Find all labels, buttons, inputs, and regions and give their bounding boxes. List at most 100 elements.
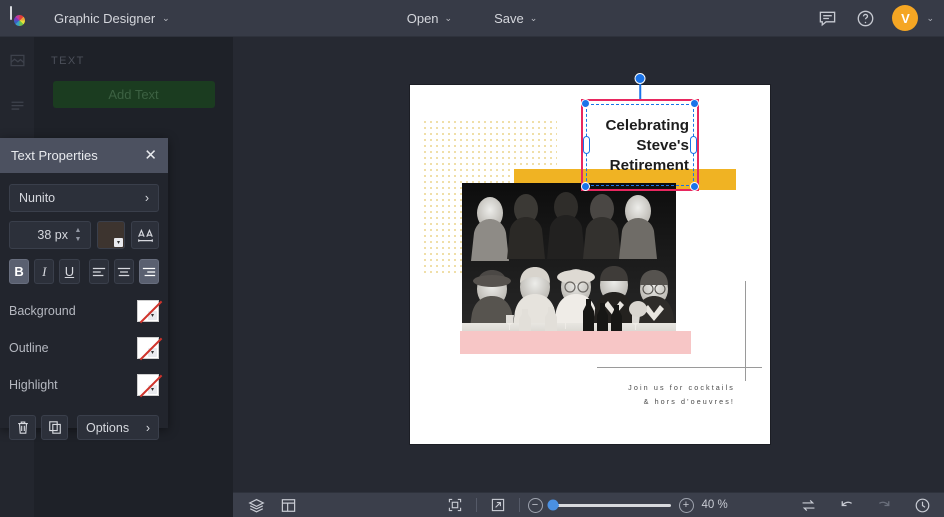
background-color-row: Background ▾ [9,301,159,321]
caption-line-2: & hors d'oeuvres! [560,395,735,409]
open-in-new-icon[interactable] [485,493,511,517]
app-root: Graphic Designer ⌄ Open ⌄ Save ⌄ [0,0,944,517]
fit-to-screen-icon[interactable] [442,493,468,517]
chevron-right-icon: › [146,421,150,435]
save-button[interactable]: Save ⌄ [482,5,549,31]
underline-button[interactable]: U [59,259,79,284]
redo-icon[interactable] [871,493,897,517]
top-bar-center-actions: Open ⌄ Save ⌄ [395,5,550,31]
zoom-out-button[interactable]: − [528,498,543,513]
duplicate-layer-button[interactable] [41,415,68,440]
font-size-row: 38 px ▲ ▼ ▾ [9,221,159,249]
compare-swap-icon[interactable] [795,493,821,517]
user-avatar[interactable]: V [892,5,918,31]
stepper-up-icon[interactable]: ▲ [72,228,84,233]
background-label: Background [9,304,76,318]
account-chevron-down-icon[interactable]: ⌄ [926,13,934,24]
rotate-handle[interactable] [635,73,646,84]
resize-handle-right[interactable] [690,136,697,154]
chevron-down-icon: ⌄ [530,13,538,24]
toolbar-separator [519,498,520,512]
document-title-label: Graphic Designer [54,11,155,26]
align-center-button[interactable] [114,259,134,284]
text-properties-header: Text Properties ✕ [0,138,168,173]
delete-layer-button[interactable] [9,415,36,440]
font-size-stepper[interactable]: ▲ ▼ [72,228,84,242]
highlight-color-row: Highlight ▾ [9,375,159,395]
chevron-right-icon: › [145,191,149,205]
properties-actions-row: Options › [9,415,159,440]
resize-handle-top-right[interactable] [690,99,699,108]
vertical-rule-decoration [745,281,746,381]
open-label: Open [407,11,439,26]
add-text-button[interactable]: Add Text [53,81,215,108]
background-color-swatch[interactable]: ▾ [137,300,159,322]
bold-glyph: B [14,264,23,279]
panel-layout-icon[interactable] [275,493,301,517]
font-size-input[interactable]: 38 px ▲ ▼ [9,221,91,249]
avatar-initial: V [901,11,910,26]
outline-color-swatch[interactable]: ▾ [137,337,159,359]
align-right-button[interactable] [139,259,159,284]
underline-glyph: U [65,264,74,279]
text-color-swatch[interactable]: ▾ [97,221,125,249]
horizontal-rule-decoration [597,367,762,368]
canvas-workspace[interactable]: Join us for cocktails & hors d'oeuvres! … [233,37,944,492]
save-label: Save [494,11,524,26]
font-size-value: 38 px [37,228,68,242]
highlight-label: Highlight [9,378,58,392]
party-photo[interactable] [462,183,676,340]
resize-handle-bottom-left[interactable] [581,182,590,191]
outline-color-row: Outline ▾ [9,338,159,358]
rail-item-text[interactable] [0,83,34,129]
top-bar: Graphic Designer ⌄ Open ⌄ Save ⌄ [0,0,944,37]
color-dropdown-icon[interactable]: ▾ [114,238,123,247]
resize-handle-left[interactable] [583,136,590,154]
top-bar-right-actions: V ⌄ [816,5,934,31]
document-title-dropdown[interactable]: Graphic Designer ⌄ [43,6,181,31]
outline-label: Outline [9,341,49,355]
history-clock-icon[interactable] [909,493,935,517]
add-text-label: Add Text [108,87,158,102]
open-button[interactable]: Open ⌄ [395,5,464,31]
chevron-down-icon: ⌄ [162,13,170,24]
selection-dashed-box [586,104,694,186]
chat-bubble-icon[interactable] [816,7,838,29]
italic-button[interactable]: I [34,259,54,284]
caption-line-1: Join us for cocktails [560,381,735,395]
panel-section-title: TEXT [34,37,233,67]
caption-text[interactable]: Join us for cocktails & hors d'oeuvres! [560,381,735,409]
zoom-in-button[interactable]: + [679,498,694,513]
help-circle-icon[interactable] [854,7,876,29]
layers-icon[interactable] [243,493,269,517]
rail-item-images[interactable] [0,37,34,83]
letter-spacing-button[interactable] [131,221,159,249]
font-family-select[interactable]: Nunito › [9,184,159,212]
bold-button[interactable]: B [9,259,29,284]
app-logo-icon[interactable] [5,3,35,33]
bottom-right-tools [795,493,935,517]
options-label: Options [86,421,129,435]
color-dropdown-icon[interactable]: ▾ [148,311,157,320]
chevron-down-icon: ⌄ [445,13,453,24]
color-dropdown-icon[interactable]: ▾ [148,348,157,357]
align-left-button[interactable] [89,259,109,284]
italic-glyph: I [42,264,46,280]
format-buttons-row: B I U [9,259,159,284]
close-icon[interactable]: ✕ [144,148,157,163]
options-button[interactable]: Options › [77,415,159,440]
resize-handle-top-left[interactable] [581,99,590,108]
font-family-value: Nunito [19,191,55,205]
highlight-color-swatch[interactable]: ▾ [137,374,159,396]
stepper-down-icon[interactable]: ▼ [72,237,84,242]
resize-handle-bottom-right[interactable] [690,182,699,191]
text-properties-panel: Text Properties ✕ Nunito › 38 px ▲ ▼ ▾ [0,138,168,428]
text-selection-overlay[interactable] [581,99,699,191]
zoom-in-glyph: + [683,500,689,511]
undo-icon[interactable] [833,493,859,517]
toolbar-separator [476,498,477,512]
color-dropdown-icon[interactable]: ▾ [148,385,157,394]
zoom-slider-knob[interactable] [547,500,558,511]
zoom-slider[interactable] [551,504,671,507]
pink-accent-bar[interactable] [460,331,691,354]
